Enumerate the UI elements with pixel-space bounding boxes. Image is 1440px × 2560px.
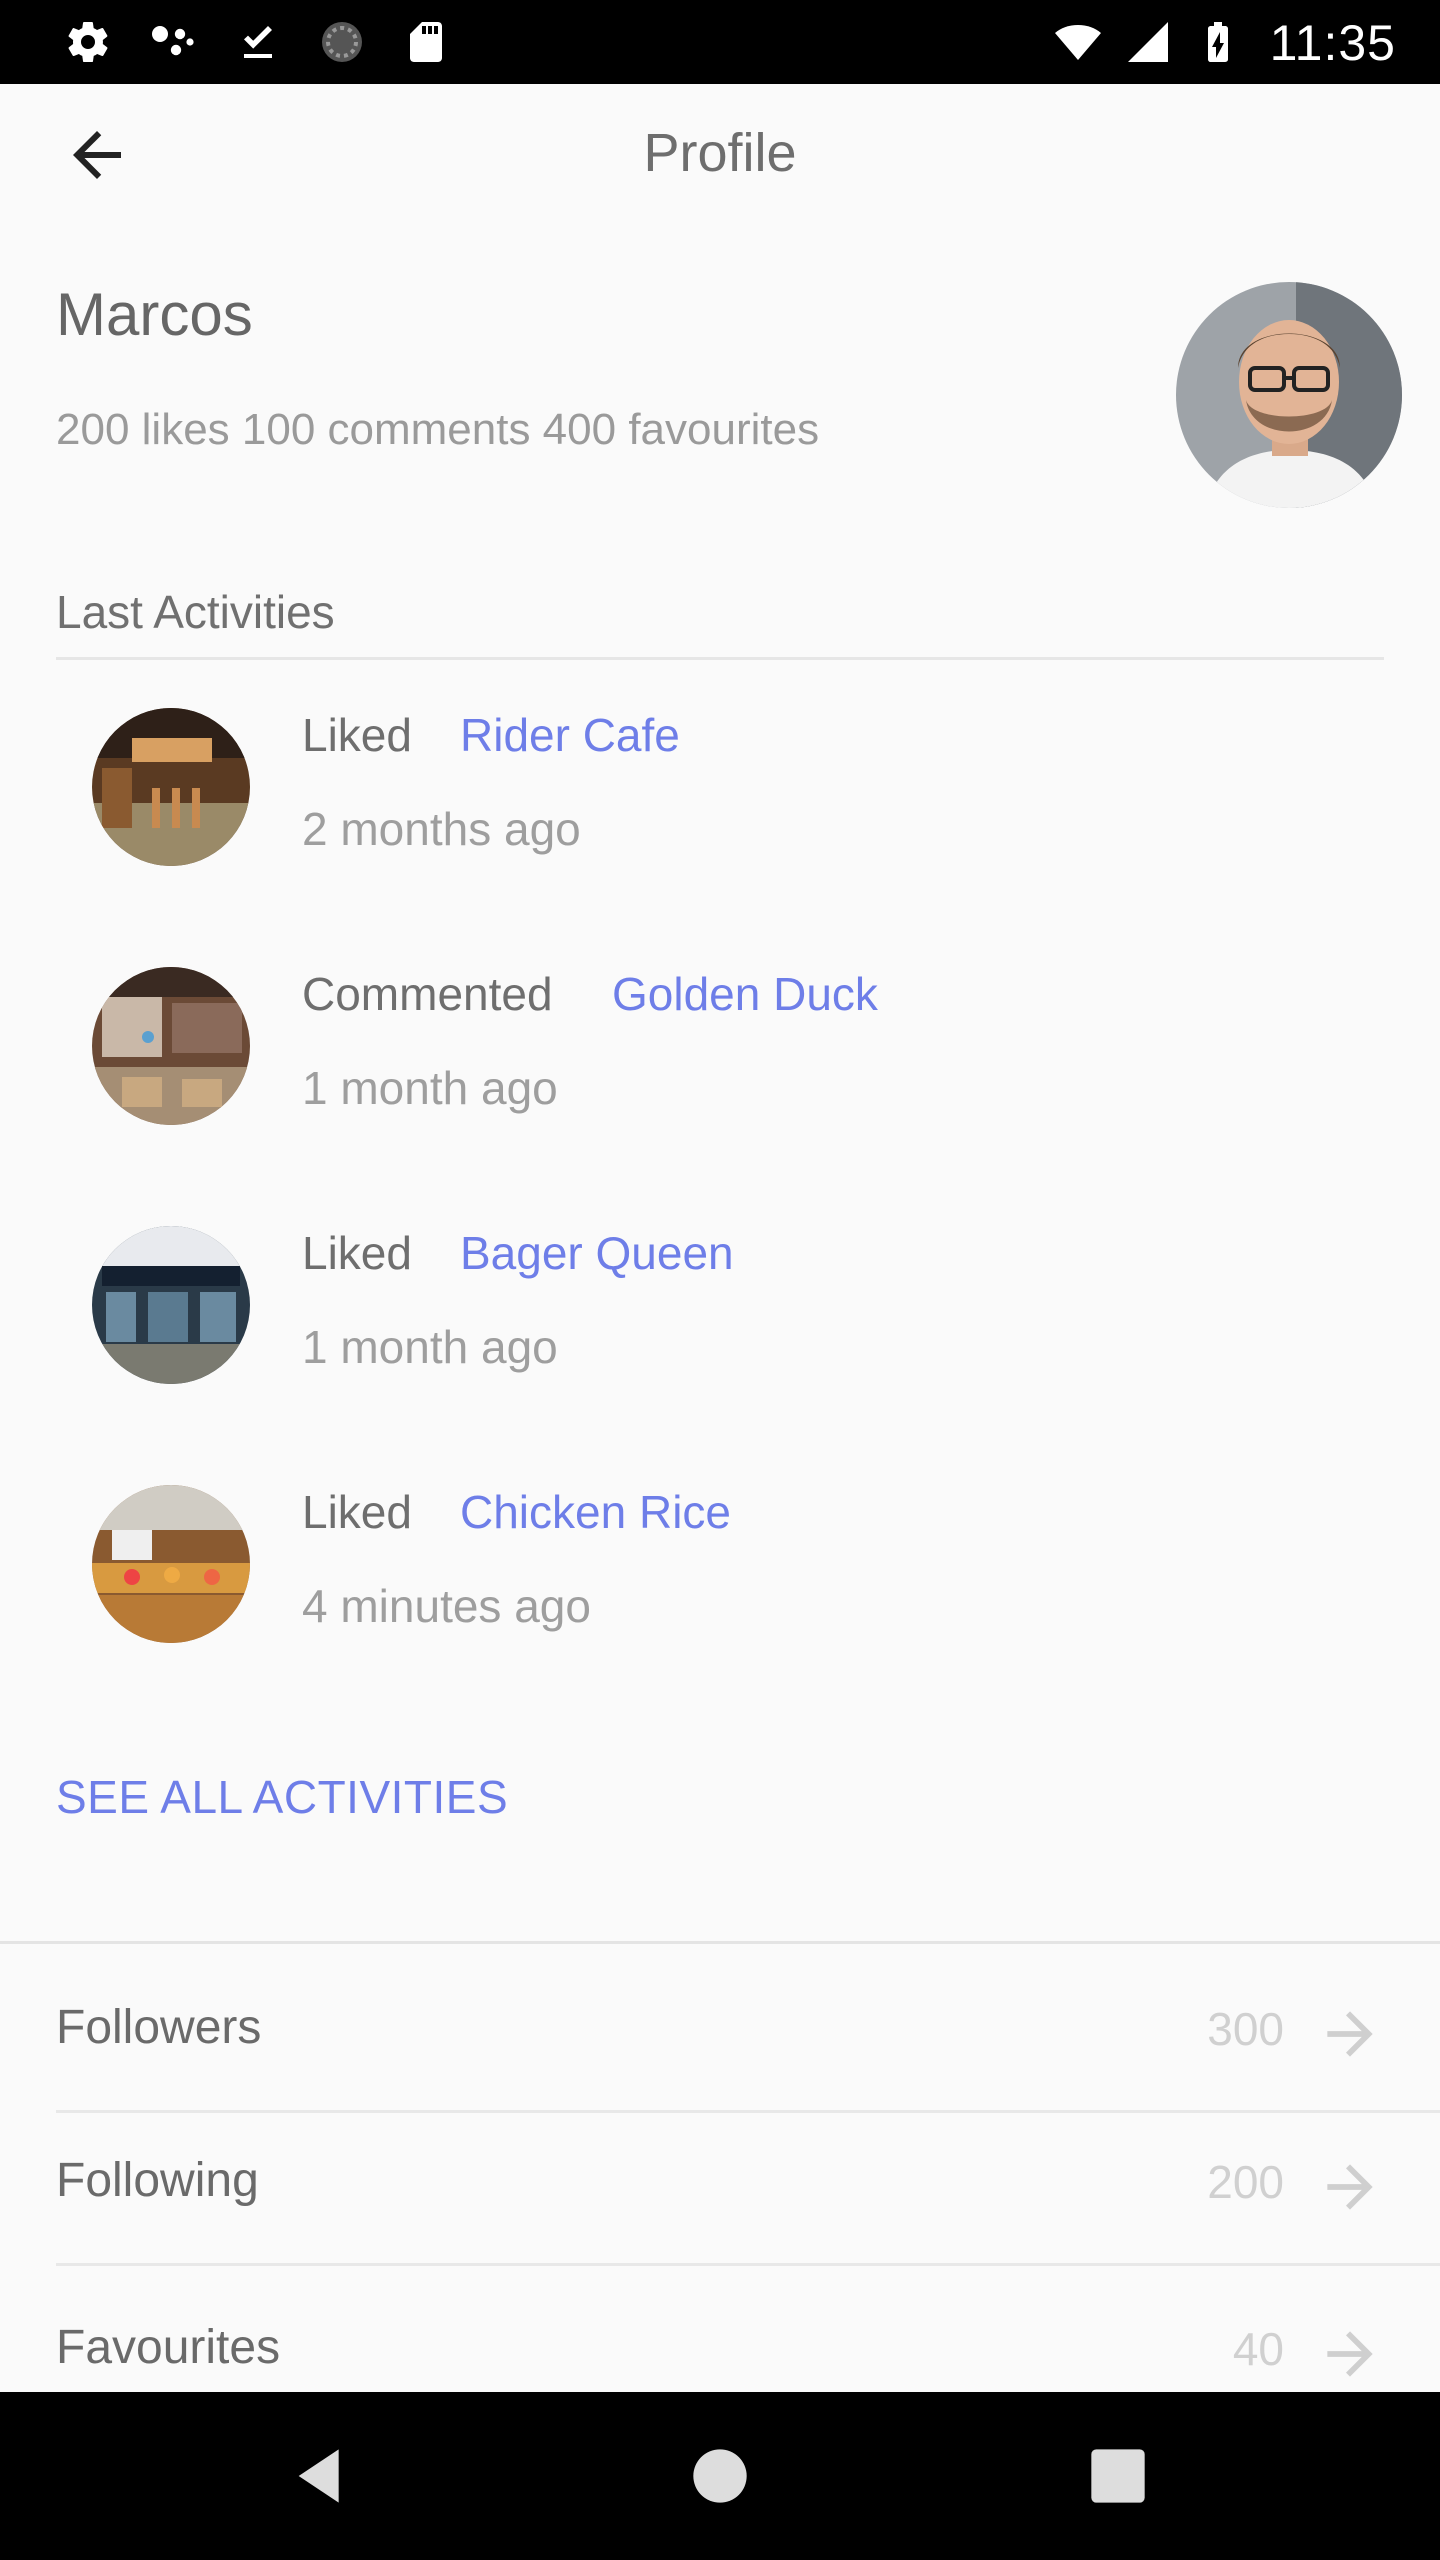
- row-count: 200: [1207, 2156, 1284, 2208]
- storefront-photo: [92, 1226, 250, 1384]
- activity-item[interactable]: Commented Golden Duck 1 month ago: [0, 967, 1440, 1187]
- arrow-forward-icon: [1327, 2011, 1373, 2057]
- activity-thumbnail: [92, 708, 250, 866]
- page-title: Profile: [643, 123, 797, 183]
- divider: [56, 2263, 1440, 2266]
- row-count: 40: [1232, 2323, 1284, 2375]
- profile-name: Marcos: [56, 281, 253, 348]
- activity-time: 1 month ago: [302, 1062, 558, 1114]
- activity-item[interactable]: Liked Chicken Rice 4 minutes ago: [0, 1485, 1440, 1705]
- sync-circle-icon: [322, 22, 362, 62]
- activity-item[interactable]: Liked Rider Cafe 2 months ago: [0, 708, 1440, 928]
- recents-square-icon[interactable]: [1078, 2436, 1158, 2516]
- activity-item[interactable]: Liked Bager Queen 1 month ago: [0, 1226, 1440, 1446]
- activity-time: 4 minutes ago: [302, 1580, 591, 1632]
- activity-target-link[interactable]: Chicken Rice: [460, 1485, 731, 1539]
- home-circle-icon[interactable]: [680, 2436, 760, 2516]
- activity-time: 1 month ago: [302, 1321, 558, 1373]
- row-label: Following: [56, 2154, 259, 2207]
- arrow-forward-icon: [1327, 2331, 1373, 2377]
- avatar[interactable]: [1176, 282, 1402, 508]
- see-all-activities-button[interactable]: SEE ALL ACTIVITIES: [56, 1770, 508, 1824]
- cafe-photo: [92, 708, 250, 866]
- activity-target-link[interactable]: Rider Cafe: [460, 708, 680, 762]
- row-label: Followers: [56, 2001, 262, 2054]
- assistant-dots-icon: [152, 26, 194, 56]
- activity-thumbnail: [92, 1226, 250, 1384]
- status-time: 11:35: [1269, 15, 1396, 71]
- activity-verb: Commented: [302, 968, 553, 1020]
- download-done-icon: [244, 26, 272, 58]
- system-nav-bar: [0, 2392, 1440, 2560]
- row-label: Favourites: [56, 2321, 281, 2374]
- divider: [56, 657, 1384, 660]
- avatar-photo: [1176, 282, 1402, 508]
- back-triangle-icon[interactable]: [282, 2436, 362, 2516]
- divider: [0, 1941, 1440, 1944]
- sd-card-icon: [410, 22, 442, 62]
- section-title-activities: Last Activities: [56, 586, 335, 638]
- activity-verb: Liked: [302, 709, 412, 761]
- list-item-followers[interactable]: Followers 300: [0, 1960, 1440, 2113]
- activity-verb: Liked: [302, 1486, 412, 1538]
- activity-verb: Liked: [302, 1227, 412, 1279]
- activity-thumbnail: [92, 967, 250, 1125]
- settings-icon: [68, 22, 108, 63]
- activity-target-link[interactable]: Golden Duck: [612, 967, 878, 1021]
- battery-charging-icon: [1208, 22, 1228, 62]
- list-item-following[interactable]: Following 200: [0, 2113, 1440, 2266]
- row-count: 300: [1207, 2003, 1284, 2055]
- arrow-forward-icon: [1327, 2164, 1373, 2210]
- cell-signal-icon: [1128, 22, 1168, 62]
- activity-time: 2 months ago: [302, 803, 581, 855]
- activity-thumbnail: [92, 1485, 250, 1643]
- market-photo: [92, 1485, 250, 1643]
- app-bar: Profile: [0, 84, 1440, 224]
- activity-target-link[interactable]: Bager Queen: [460, 1226, 734, 1280]
- restaurant-photo: [92, 967, 250, 1125]
- profile-stats: 200 likes 100 comments 400 favourites: [56, 405, 820, 454]
- wifi-icon: [1055, 25, 1101, 60]
- status-bar: 11:35: [0, 0, 1440, 84]
